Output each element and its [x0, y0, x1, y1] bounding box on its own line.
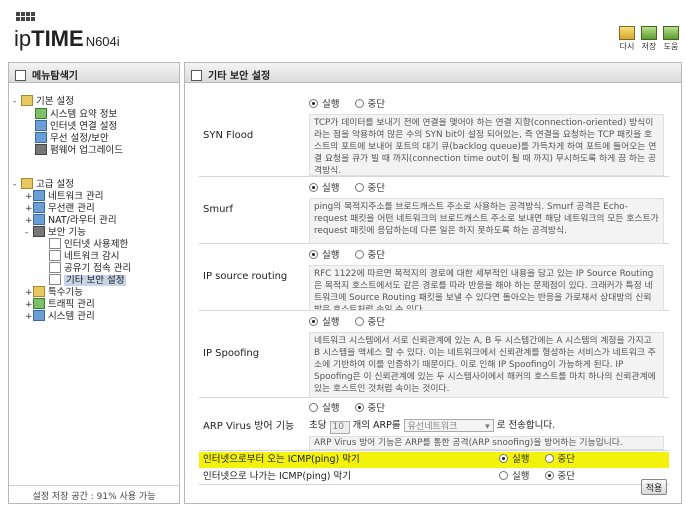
ip-source-routing-on-radio[interactable]: 실행: [309, 249, 339, 263]
wireless-icon: [35, 132, 47, 143]
setting-row-icmp-outbound: 인터넷으로 나가는 ICMP(ping) 막기 실행 중단: [199, 469, 669, 485]
setting-description: RFC 1122에 따르면 목적지의 경로에 대한 세부적인 내용을 담고 있는…: [309, 265, 664, 311]
sidebar-item-basic-settings[interactable]: - 기본 설정: [13, 95, 74, 107]
sidebar-item-security[interactable]: - 보안 기능: [25, 226, 86, 238]
traffic-icon: [33, 298, 45, 309]
page-icon: [49, 262, 61, 273]
arp-on-radio[interactable]: 실행: [309, 402, 339, 416]
menu-explorer-panel: 메뉴탐색기 - 기본 설정 시스템 요약 정보 인터넷 연결 설정 무선 설정/보…: [8, 62, 180, 504]
save-button[interactable]: 저장: [640, 26, 658, 52]
sidebar-item-network-monitor[interactable]: 네트워크 감시: [49, 250, 119, 262]
icmp-in-off-radio[interactable]: 중단: [544, 453, 575, 467]
arp-target-select[interactable]: 유선네트워크: [403, 419, 494, 435]
setting-row-ip-source-routing: IP source routing 실행 중단 RFC 1122에 따르면 목적…: [199, 245, 669, 311]
sidebar-item-wlan[interactable]: + 무선랜 관리: [25, 202, 95, 214]
expand-icon[interactable]: +: [25, 311, 33, 323]
sidebar-item-system-summary[interactable]: 시스템 요약 정보: [35, 108, 117, 120]
logo-dots-icon: [16, 12, 40, 22]
ip-spoofing-on-radio[interactable]: 실행: [309, 316, 339, 330]
setting-label: SYN Flood: [203, 130, 254, 141]
page-icon: [191, 70, 202, 81]
icmp-in-on-radio[interactable]: 실행: [499, 453, 529, 467]
ip-source-routing-off-radio[interactable]: 중단: [354, 249, 385, 263]
arp-config-line: 초당 개의 ARP를 유선네트워크 로 전송합니다.: [309, 418, 664, 435]
sidebar-item-wireless[interactable]: 무선 설정/보안: [35, 132, 109, 144]
firmware-icon: [35, 144, 47, 155]
setting-description: ping의 목적지주소를 브로드캐스트 주소로 사용하는 공격방식. Smurf…: [309, 198, 664, 244]
setting-label: 인터넷으로 나가는 ICMP(ping) 막기: [203, 471, 351, 482]
sidebar-item-internet-restriction[interactable]: 인터넷 사용제한: [49, 238, 128, 250]
sidebar-item-network[interactable]: + 네트워크 관리: [25, 190, 103, 202]
syn-flood-on-radio[interactable]: 실행: [309, 98, 339, 112]
sidebar-item-internet-setup[interactable]: 인터넷 연결 설정: [35, 120, 117, 132]
help-icon: [663, 26, 679, 40]
setting-label: ARP Virus 방어 기능: [203, 421, 295, 432]
main-panel: 기타 보안 설정 SYN Flood 실행 중단 TCP가 데이터를 보내기 전…: [184, 62, 682, 504]
setting-label: IP Spoofing: [203, 348, 260, 359]
globe-icon: [35, 120, 47, 131]
setting-description: TCP가 데이터를 보내기 전에 연결을 맺어야 하는 연결 지향(connec…: [309, 114, 664, 176]
router-icon: [33, 214, 45, 225]
collapse-icon[interactable]: -: [25, 227, 33, 239]
help-button[interactable]: 도움: [662, 26, 680, 52]
menu-explorer-title: 메뉴탐색기: [9, 63, 179, 83]
setting-row-icmp-inbound: 인터넷으로부터 오는 ICMP(ping) 막기 실행 중단: [199, 452, 669, 468]
setting-label: 인터넷으로부터 오는 ICMP(ping) 막기: [203, 454, 360, 465]
storage-status: 설정 저장 공간 : 91% 사용 가능: [9, 485, 179, 503]
toolbar: 다시 저장 도움: [618, 26, 680, 52]
save-icon: [641, 26, 657, 40]
collapse-icon[interactable]: -: [13, 96, 21, 108]
syn-flood-off-radio[interactable]: 중단: [354, 98, 385, 112]
page-icon: [49, 274, 61, 285]
sidebar-item-advanced-settings[interactable]: - 고급 설정: [13, 178, 74, 190]
setting-label: Smurf: [203, 204, 234, 215]
reload-button[interactable]: 다시: [618, 26, 636, 52]
sidebar-item-other-security[interactable]: 기타 보안 설정: [49, 274, 127, 286]
smurf-off-radio[interactable]: 중단: [354, 182, 385, 196]
setting-row-syn-flood: SYN Flood 실행 중단 TCP가 데이터를 보내기 전에 연결을 맺어야…: [199, 94, 669, 177]
folder-icon: [21, 178, 33, 189]
magnifier-icon: [15, 70, 26, 81]
arp-count-input[interactable]: [329, 420, 350, 434]
sidebar-item-access-management[interactable]: 공유기 접속 관리: [49, 262, 131, 274]
icmp-out-on-radio[interactable]: 실행: [499, 470, 529, 484]
sidebar-item-special-functions[interactable]: + 특수기능: [25, 286, 83, 298]
sidebar-item-nat-router[interactable]: + NAT/라우터 관리: [25, 214, 117, 226]
arp-off-radio[interactable]: 중단: [354, 402, 385, 416]
setting-row-arp-virus: ARP Virus 방어 기능 실행 중단 초당 개의 ARP를 유선네트워크 …: [199, 399, 669, 451]
network-icon: [33, 190, 45, 201]
wireless-icon: [33, 202, 45, 213]
apply-button[interactable]: 적용: [641, 479, 667, 495]
page-icon: [49, 250, 61, 261]
sidebar-item-firmware[interactable]: 펌웨어 업그레이드: [35, 144, 123, 156]
setting-row-smurf: Smurf 실행 중단 ping의 목적지주소를 브로드캐스트 주소로 사용하는…: [199, 178, 669, 244]
reload-icon: [619, 26, 635, 40]
setting-description: ARP Virus 방어 기능은 ARP를 통한 공격(ARP snoofing…: [309, 435, 664, 450]
page-title: 기타 보안 설정: [185, 63, 681, 83]
system-icon: [33, 310, 45, 321]
setting-row-ip-spoofing: IP Spoofing 실행 중단 네트워크 시스템에서 서로 신뢰관계에 있는…: [199, 312, 669, 398]
ip-spoofing-off-radio[interactable]: 중단: [354, 316, 385, 330]
page-icon: [49, 238, 61, 249]
chart-icon: [35, 108, 47, 119]
smurf-on-radio[interactable]: 실행: [309, 182, 339, 196]
sidebar-item-system-management[interactable]: + 시스템 관리: [25, 310, 95, 322]
collapse-icon[interactable]: -: [13, 179, 21, 191]
folder-icon: [21, 95, 33, 106]
brand-logo: ipTIME N604i: [14, 26, 120, 51]
icmp-out-off-radio[interactable]: 중단: [544, 470, 575, 484]
setting-label: IP source routing: [203, 271, 288, 282]
header: ipTIME N604i 다시 저장 도움: [0, 0, 686, 58]
folder-icon: [33, 286, 45, 297]
setting-description: 네트워크 시스템에서 서로 신뢰관계에 있는 A, B 두 시스템간에는 A 시…: [309, 332, 664, 398]
lock-icon: [33, 226, 45, 237]
sidebar-item-traffic[interactable]: + 트래픽 관리: [25, 298, 95, 310]
